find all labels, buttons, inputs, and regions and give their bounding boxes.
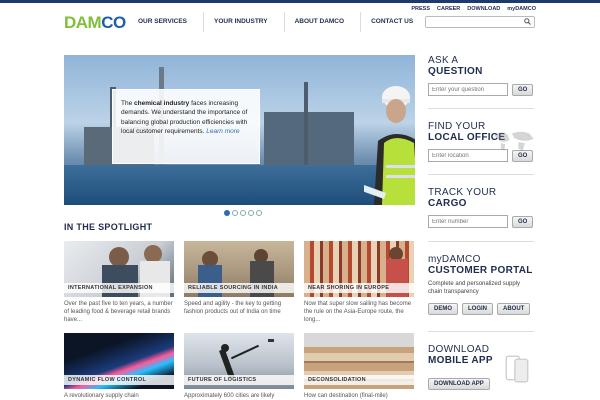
carousel-dots: [224, 210, 262, 216]
panel-heading-line2: QUESTION: [428, 66, 483, 77]
carousel-dot[interactable]: [232, 210, 238, 216]
spotlight-title: IN THE SPOTLIGHT: [64, 222, 153, 232]
divider: [428, 331, 534, 332]
industrial-stack: [304, 82, 308, 167]
tile-image: NEAR SHORING IN EUROPE: [304, 241, 414, 297]
carousel-dot[interactable]: [256, 210, 262, 216]
divider: [428, 108, 534, 109]
carousel-dot[interactable]: [224, 210, 230, 216]
panel-heading-line2: CARGO: [428, 198, 467, 209]
download-app-button[interactable]: DOWNLOAD APP: [428, 378, 490, 390]
tile-description: Now that super slow sailing has become t…: [304, 301, 412, 324]
utility-nav: PRESS CAREER DOWNLOAD myDAMCO: [411, 6, 536, 12]
logo-text-part1: DAM: [64, 13, 102, 32]
spotlight-tile[interactable]: FUTURE OF LOGISTICS Approximately 600 ci…: [184, 333, 294, 400]
logo-text-part2: CO: [101, 13, 126, 32]
question-input[interactable]: [428, 83, 508, 96]
utility-link-mydamco[interactable]: myDAMCO: [507, 6, 536, 12]
smartphone-icon: [505, 355, 529, 383]
carousel-dot[interactable]: [240, 210, 246, 216]
industrial-plant: [264, 112, 354, 167]
utility-link-career[interactable]: CAREER: [437, 6, 460, 12]
tile-image: DECONSOLIDATION: [304, 333, 414, 389]
hero-text-bold: chemical industry: [134, 100, 190, 107]
login-button[interactable]: LOGIN: [462, 302, 493, 315]
about-button[interactable]: ABOUT: [497, 302, 531, 315]
tile-image: INTERNATIONAL EXPANSION: [64, 241, 174, 297]
spotlight-tile[interactable]: RELIABLE SOURCING IN INDIA Speed and agi…: [184, 241, 294, 316]
portal-description: Complete and personalized supply chain t…: [428, 281, 521, 295]
tile-caption: FUTURE OF LOGISTICS: [184, 375, 294, 385]
ask-go-button[interactable]: GO: [512, 83, 534, 96]
nav-item-contact-us[interactable]: CONTACT US: [361, 12, 429, 32]
carousel-dot[interactable]: [248, 210, 254, 216]
tile-caption: DECONSOLIDATION: [304, 375, 414, 385]
tile-caption: RELIABLE SOURCING IN INDIA: [184, 283, 294, 293]
spotlight-tile[interactable]: INTERNATIONAL EXPANSION Over the past fi…: [64, 241, 174, 324]
engineer-figure: [364, 86, 415, 205]
spotlight-tile[interactable]: NEAR SHORING IN EUROPE Now that super sl…: [304, 241, 414, 324]
tile-description: Speed and agility - the key to getting f…: [184, 301, 282, 316]
main-nav: OUR SERVICES YOUR INDUSTRY ABOUT DAMCO C…: [128, 12, 429, 32]
tile-caption: INTERNATIONAL EXPANSION: [64, 283, 174, 293]
tile-caption: NEAR SHORING IN EUROPE: [304, 283, 414, 293]
panel-heading-line1: TRACK YOUR: [428, 187, 497, 198]
world-map-icon: [494, 131, 534, 151]
mobile-app-panel: DOWNLOAD MOBILE APP DOWNLOAD APP: [428, 344, 534, 390]
hero-banner[interactable]: The chemical industry faces increasing d…: [64, 55, 415, 205]
tile-description: Approximately 600 cities are likely: [184, 393, 275, 399]
search-icon[interactable]: [524, 18, 531, 25]
ask-question-panel: ASK A QUESTION GO: [428, 55, 534, 96]
cargo-go-button[interactable]: GO: [512, 215, 534, 228]
local-office-panel: FIND YOUR LOCAL OFFICE GO: [428, 121, 534, 162]
tile-image: DYNAMIC FLOW CONTROL: [64, 333, 174, 389]
search-input[interactable]: [426, 17, 521, 27]
divider: [428, 241, 534, 242]
site-search: [425, 16, 535, 28]
demo-button[interactable]: DEMO: [428, 302, 458, 315]
harbor-water: [64, 165, 415, 205]
nav-item-about-damco[interactable]: ABOUT DAMCO: [285, 12, 362, 32]
spotlight-tile[interactable]: DYNAMIC FLOW CONTROL A revolutionary sup…: [64, 333, 174, 400]
tile-description: How can destination (final-mile): [304, 393, 388, 399]
damco-logo[interactable]: DAMCO: [64, 13, 126, 33]
hero-text: The: [121, 100, 135, 107]
tile-description: Over the past five to ten years, a numbe…: [64, 301, 173, 324]
track-cargo-panel: TRACK YOUR CARGO GO: [428, 187, 534, 228]
utility-link-download[interactable]: DOWNLOAD: [467, 6, 500, 12]
divider: [428, 174, 534, 175]
learn-more-link[interactable]: Learn more: [206, 128, 239, 135]
spotlight-tile[interactable]: DECONSOLIDATION How can destination (fin…: [304, 333, 414, 400]
tile-caption: DYNAMIC FLOW CONTROL: [64, 375, 174, 385]
tile-description: A revolutionary supply chain: [64, 393, 139, 399]
customer-portal-panel: myDAMCO CUSTOMER PORTAL Complete and per…: [428, 254, 534, 315]
panel-heading-line1: ASK A: [428, 55, 459, 66]
nav-item-our-services[interactable]: OUR SERVICES: [128, 12, 205, 32]
top-accent-bar: [0, 0, 600, 3]
panel-heading-line1: myDAMCO: [428, 254, 481, 265]
hero-callout: The chemical industry faces increasing d…: [112, 89, 260, 164]
tile-image: FUTURE OF LOGISTICS: [184, 333, 294, 389]
cargo-number-input[interactable]: [428, 215, 508, 228]
tile-image: RELIABLE SOURCING IN INDIA: [184, 241, 294, 297]
nav-item-your-industry[interactable]: YOUR INDUSTRY: [204, 12, 285, 32]
panel-heading-line2: CUSTOMER PORTAL: [428, 265, 533, 276]
